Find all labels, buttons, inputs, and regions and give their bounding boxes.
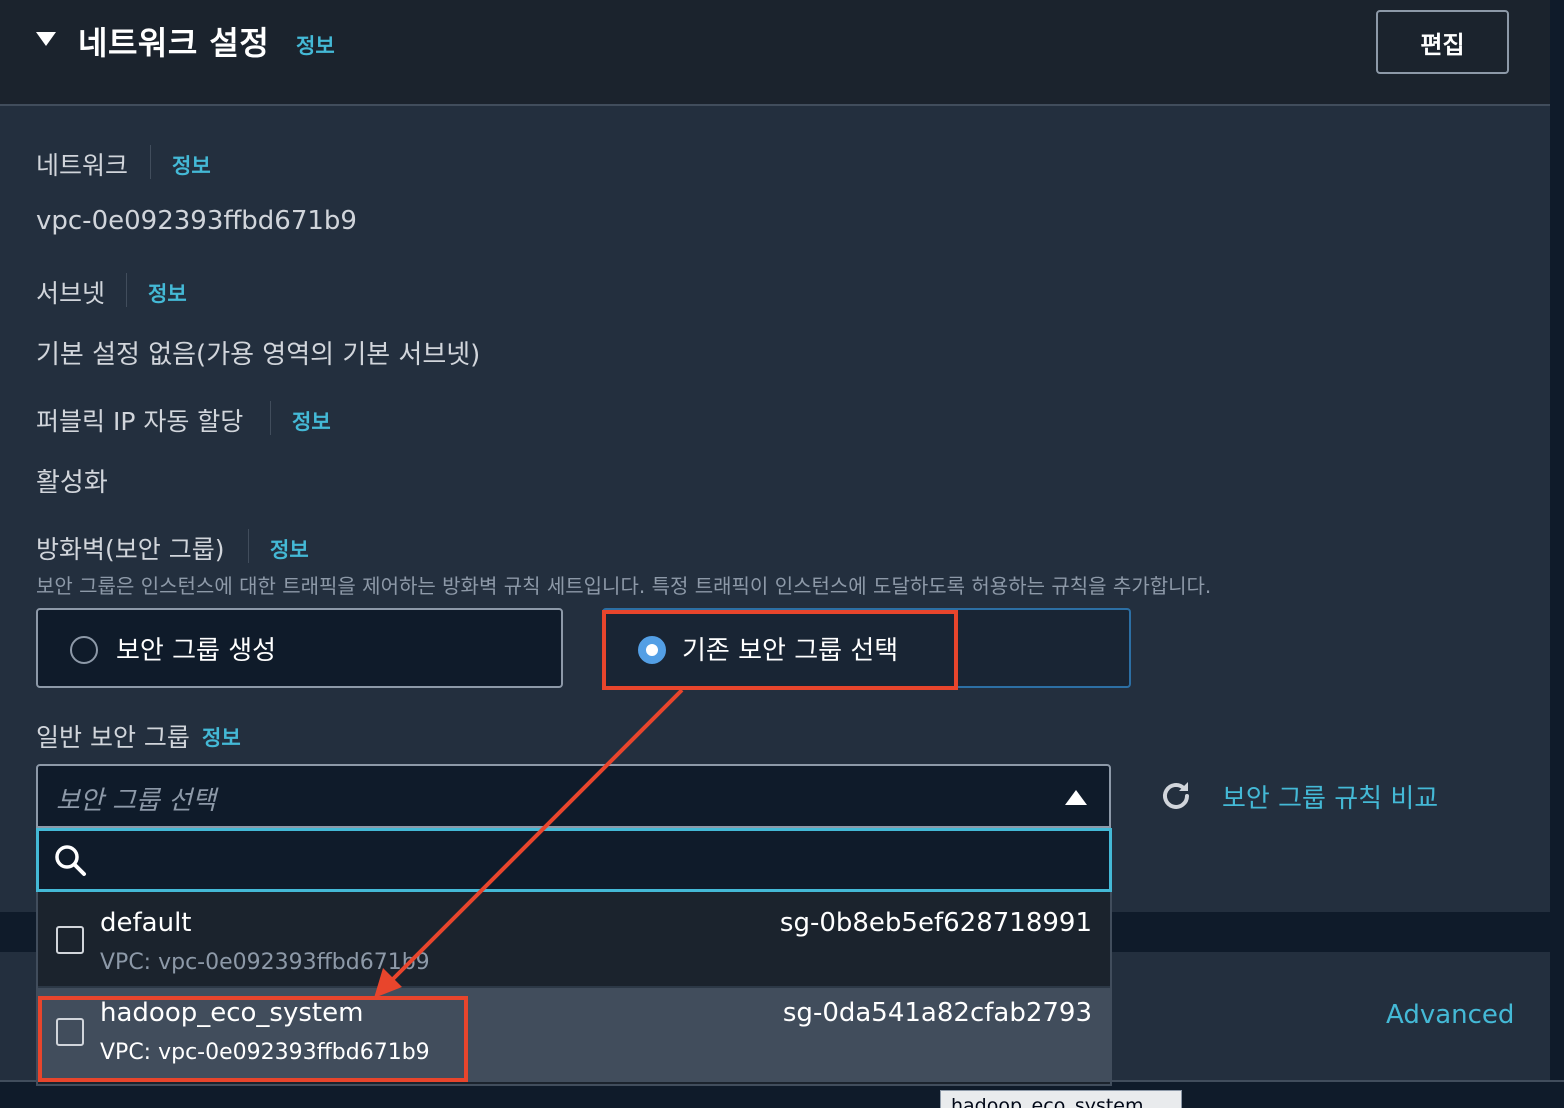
subnet-info-link[interactable]: 정보 — [148, 278, 187, 308]
search-icon — [55, 845, 86, 876]
compare-rules-link[interactable]: 보안 그룹 규칙 비교 — [1222, 778, 1438, 815]
sg-id: sg-0da541a82cfab2793 — [782, 998, 1092, 1028]
select-placeholder: 보안 그룹 선택 — [56, 786, 217, 816]
public-ip-info-link[interactable]: 정보 — [292, 406, 331, 436]
radio-label: 보안 그룹 생성 — [116, 636, 277, 666]
network-value: vpc-0e092393ffbd671b9 — [36, 206, 357, 236]
firewall-info-link[interactable]: 정보 — [270, 534, 309, 564]
firewall-label: 방화벽(보안 그룹) — [36, 535, 225, 564]
network-info-link[interactable]: 정보 — [172, 150, 211, 180]
tooltip: hadoop_eco_system — [940, 1090, 1182, 1108]
divider — [150, 145, 151, 179]
common-sg-info-link[interactable]: 정보 — [202, 722, 241, 752]
page-title: 네트워크 설정 — [78, 24, 270, 62]
panel-header: 네트워크 설정 정보 편집 — [0, 0, 1550, 106]
refresh-icon[interactable] — [1158, 778, 1194, 814]
security-group-select[interactable]: 보안 그룹 선택 — [36, 764, 1111, 828]
collapse-triangle-icon[interactable] — [36, 32, 56, 46]
radio-create-security-group[interactable]: 보안 그룹 생성 — [36, 608, 563, 688]
sg-id: sg-0b8eb5ef628718991 — [779, 908, 1092, 938]
divider — [126, 273, 127, 307]
search-input[interactable] — [36, 828, 1112, 892]
advanced-link[interactable]: Advanced — [1386, 1000, 1514, 1030]
highlight-box — [602, 610, 958, 690]
subnet-value: 기본 설정 없음(가용 영역의 기본 서브넷) — [36, 340, 481, 370]
network-label: 네트워크 — [36, 151, 129, 180]
firewall-description: 보안 그룹은 인스턴스에 대한 트래픽을 제어하는 방화벽 규칙 세트입니다. … — [36, 574, 1212, 598]
common-sg-label: 일반 보안 그룹 — [36, 723, 190, 752]
divider — [248, 529, 249, 563]
edit-button[interactable]: 편집 — [1376, 10, 1509, 74]
subnet-label: 서브넷 — [36, 279, 106, 308]
highlight-box — [38, 996, 468, 1082]
header-info-link[interactable]: 정보 — [296, 30, 335, 60]
divider — [270, 401, 271, 435]
radio-unselected-icon[interactable] — [70, 636, 98, 664]
checkbox[interactable] — [56, 926, 84, 954]
list-item[interactable]: default VPC: vpc-0e092393ffbd671b9 sg-0b… — [38, 892, 1110, 986]
screen: 네트워크 설정 정보 편집 네트워크 정보 vpc-0e092393ffbd67… — [0, 0, 1564, 1108]
sg-name: default — [100, 908, 192, 938]
sg-vpc: VPC: vpc-0e092393ffbd671b9 — [100, 950, 430, 975]
caret-up-icon[interactable] — [1065, 790, 1087, 805]
public-ip-value: 활성화 — [36, 468, 108, 498]
public-ip-label: 퍼블릭 IP 자동 할당 — [36, 407, 244, 436]
